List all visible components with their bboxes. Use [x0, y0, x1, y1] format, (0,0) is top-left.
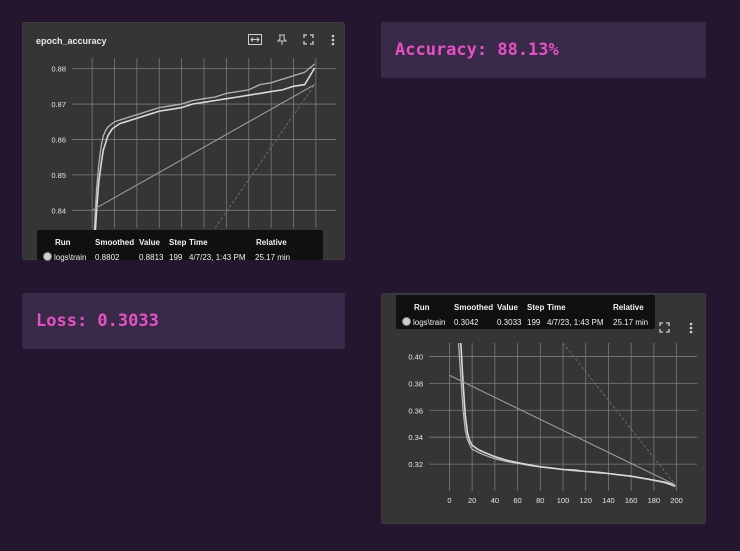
loss-text: Loss: 0.3033 — [36, 311, 159, 331]
series-wrap-line — [91, 84, 315, 211]
loss-card: Loss: 0.3033 — [22, 293, 345, 349]
y-tick-label: 0.38 — [408, 379, 423, 388]
fullscreen-icon[interactable] — [659, 322, 670, 336]
series-wrap-line — [449, 374, 676, 486]
col-run: Run — [55, 238, 71, 247]
cell-smoothed: 0.8802 — [95, 253, 120, 262]
y-tick-label: 0.32 — [408, 460, 423, 469]
y-tick-label: 0.88 — [51, 65, 66, 74]
data-tooltip: Run Smoothed Value Step Time Relative lo… — [37, 230, 323, 262]
y-tick-label: 0.87 — [51, 100, 66, 109]
x-tick-label: 180 — [648, 496, 661, 505]
x-tick-label: 80 — [536, 496, 544, 505]
series-dashed-line — [214, 84, 316, 229]
x-tick-label: 140 — [602, 496, 615, 505]
cell-step: 199 — [169, 253, 183, 262]
col-run: Run — [414, 303, 430, 312]
data-tooltip: Run Smoothed Value Step Time Relative lo… — [396, 295, 655, 329]
accuracy-chart-panel: epoch_accuracy 0204060801001201401601802… — [22, 22, 345, 262]
cell-time: 4/7/23, 1:43 PM — [547, 318, 604, 327]
col-value: Value — [139, 238, 160, 247]
series-raw-line — [457, 342, 676, 488]
x-tick-label: 40 — [491, 496, 499, 505]
col-smoothed: Smoothed — [454, 303, 494, 312]
cell-step: 199 — [527, 318, 541, 327]
series-smoothed-line — [93, 67, 316, 250]
y-tick-label: 0.85 — [51, 171, 66, 180]
y-tick-label: 0.86 — [51, 135, 66, 144]
x-tick-label: 20 — [468, 496, 476, 505]
run-color-dot — [43, 252, 52, 261]
run-color-dot — [402, 317, 411, 326]
pin-icon[interactable] — [276, 34, 288, 48]
cell-time: 4/7/23, 1:43 PM — [189, 253, 246, 262]
y-tick-label: 0.34 — [408, 433, 423, 442]
col-time: Time — [547, 303, 566, 312]
cell-value: 0.3033 — [497, 318, 522, 327]
x-tick-label: 160 — [625, 496, 638, 505]
col-step: Step — [169, 238, 187, 247]
loss-chart-panel: 0 20 40 60 80 100 120 140 160 180 200 0.32 0.34 0.36 0… — [381, 293, 706, 524]
series-dashed-line — [562, 342, 676, 486]
col-relative: Relative — [613, 303, 644, 312]
accuracy-text: Accuracy: 88.13% — [395, 40, 559, 60]
x-tick-label: 0 — [447, 496, 451, 505]
fit-domain-icon[interactable] — [248, 34, 262, 48]
cell-relative: 25.17 min — [613, 318, 649, 327]
accuracy-card: Accuracy: 88.13% — [381, 22, 706, 78]
x-tick-label: 60 — [513, 496, 521, 505]
fullscreen-icon[interactable] — [303, 34, 314, 48]
chart-title: epoch_accuracy — [36, 36, 107, 46]
x-tick-label: 200 — [670, 496, 683, 505]
x-tick-label: 120 — [579, 496, 592, 505]
cell-relative: 25.17 min — [255, 253, 291, 262]
x-tick-label: 100 — [557, 496, 570, 505]
cell-smoothed: 0.3042 — [454, 318, 479, 327]
y-tick-label: 0.40 — [408, 352, 423, 361]
cell-value: 0.8813 — [139, 253, 164, 262]
col-value: Value — [497, 303, 518, 312]
y-tick-label: 0.36 — [408, 406, 423, 415]
col-smoothed: Smoothed — [95, 238, 135, 247]
col-relative: Relative — [256, 238, 287, 247]
loss-plot: 0 20 40 60 80 100 120 140 160 180 200 0.32 0.34 0.36 0… — [408, 342, 697, 505]
accuracy-plot: 0204060801001201401601802000.840.850.860… — [51, 58, 336, 250]
cell-run: logs\train — [413, 318, 446, 327]
cell-run: logs\train — [54, 253, 87, 262]
col-step: Step — [527, 303, 545, 312]
y-tick-label: 0.84 — [51, 206, 66, 215]
col-time: Time — [189, 238, 208, 247]
more-vert-icon[interactable] — [331, 34, 335, 49]
series-raw-line — [92, 63, 316, 250]
